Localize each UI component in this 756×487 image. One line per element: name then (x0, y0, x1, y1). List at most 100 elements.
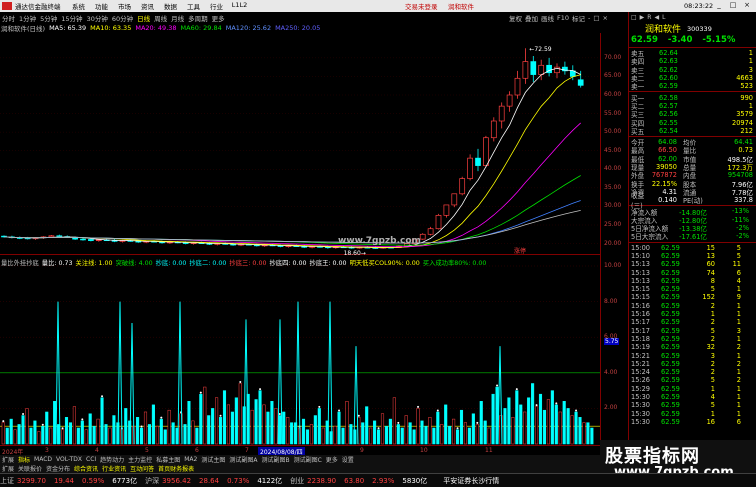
period-timeshare[interactable]: 分时 (0, 13, 17, 23)
volume-bar (448, 425, 452, 445)
panel-btn-2[interactable]: ▶ (640, 14, 645, 21)
info-tab[interactable]: 综合资讯 (72, 464, 100, 473)
volume-bar (313, 415, 317, 445)
volume-bar (92, 425, 96, 445)
indicator-tab[interactable]: 私募主图 (154, 455, 182, 464)
order-volume: 212 (740, 126, 753, 135)
info-tab[interactable]: 互动问答 (128, 464, 156, 473)
info-tab[interactable]: 行业资讯 (100, 464, 128, 473)
index-name: 沪深 (145, 476, 160, 485)
info-tab[interactable]: 首页财务报表 (156, 464, 196, 473)
volume-bar (222, 390, 227, 445)
order-level-label: 买五 (631, 127, 645, 136)
volume-bar (424, 425, 428, 445)
price-row: 62.59 -3.40 -5.15% (629, 34, 756, 46)
signal-dot (515, 388, 518, 391)
volume-bar (542, 409, 547, 445)
tool-draw[interactable]: 画线 (541, 13, 554, 23)
indicator-tab[interactable]: 测试副图C (292, 455, 324, 464)
tick-volume: 2 (710, 359, 715, 368)
period-5min[interactable]: 5分钟 (38, 13, 59, 23)
period-daily[interactable]: 日线 (135, 13, 152, 23)
tick-price: 62.59 (661, 293, 680, 302)
indicator-tab[interactable]: 测试主图 (199, 455, 227, 464)
signal-dot (436, 409, 439, 412)
close-button[interactable]: × (742, 1, 752, 10)
period-more[interactable]: 更多 (210, 13, 227, 23)
panel-btn-1[interactable]: □ (631, 14, 637, 21)
maximize-button[interactable]: □ (728, 1, 738, 10)
volume-bar (305, 429, 309, 445)
indicator-tab[interactable]: 主力监控 (126, 455, 154, 464)
chart-watermark: www.7gpzb.com (338, 236, 421, 246)
indicator-tab[interactable]: 设置 (340, 455, 356, 464)
panel-btn-4[interactable]: ◀ (654, 14, 659, 21)
index-value: 3956.42 (162, 476, 192, 485)
indicator-tab[interactable]: 更多 (324, 455, 340, 464)
order-book-row[interactable]: 卖一 62.59 523 (629, 82, 756, 91)
period-1min[interactable]: 1分钟 (17, 13, 38, 23)
info-tab[interactable]: 扩展 (0, 464, 16, 473)
menu-item-industry[interactable]: 行业 (205, 1, 228, 11)
minimize-button[interactable]: _ (714, 1, 724, 10)
indicator-tab[interactable]: 趋势动力 (98, 455, 126, 464)
tool-restore[interactable]: □ (593, 14, 599, 22)
candle (427, 228, 434, 235)
volume-bar (590, 427, 594, 445)
menu-item-tools[interactable]: 工具 (182, 1, 205, 11)
indicator-tab[interactable]: CCI (84, 456, 98, 463)
volume-bar (428, 417, 432, 445)
indicator-tab[interactable]: 测试副图A (227, 455, 259, 464)
indicator-chart[interactable] (0, 258, 600, 446)
period-multi[interactable]: 多周期 (186, 13, 210, 23)
volume-bar (483, 420, 487, 445)
price-axis-tick: 55.00 (604, 109, 622, 117)
tool-close[interactable]: × (603, 14, 608, 22)
volume-bar (317, 408, 321, 445)
indicator-tab[interactable]: 指标 (16, 455, 32, 464)
tool-adjust[interactable]: 复权 (509, 13, 522, 23)
period-60min[interactable]: 60分钟 (110, 13, 135, 23)
menu-item-market[interactable]: 市场 (113, 1, 136, 11)
period-monthly[interactable]: 月线 (169, 13, 186, 23)
tool-overlay[interactable]: 叠加 (525, 13, 538, 23)
signal-dot (377, 427, 380, 430)
tool-mark[interactable]: 标记 (572, 13, 585, 23)
stat-value: 767872 (651, 171, 677, 180)
menu-item-system[interactable]: 系统 (67, 1, 90, 11)
tick-time: 15:18 (631, 334, 651, 343)
volume-bar (471, 413, 475, 445)
volume-bar (80, 420, 84, 445)
time-axis: 2024年345678910112024/08/08/四 (0, 446, 600, 456)
indicator-tab[interactable]: 测试副图B (259, 455, 291, 464)
chart-tools: 复权 叠加 画线 F10 标记 - □ × (509, 12, 608, 23)
indicator-tab[interactable]: MA2 (182, 456, 199, 463)
indicator-tab[interactable]: 扩展 (0, 455, 16, 464)
flow-pct: -2% (736, 232, 749, 241)
indicator-tab[interactable]: MACD (32, 456, 54, 463)
volume-bar (479, 401, 483, 445)
index-value: 3299.70 (17, 476, 46, 485)
volume-bar (515, 390, 519, 445)
menu-item-l1l2[interactable]: L1L2 (228, 1, 251, 11)
menu-item-news[interactable]: 资讯 (136, 1, 159, 11)
volume-bar (388, 418, 392, 445)
order-book-row[interactable]: 买五 62.54 212 (629, 126, 756, 136)
menu-item-function[interactable]: 功能 (90, 1, 113, 11)
period-15min[interactable]: 15分钟 (59, 13, 84, 23)
tick-volume: 1 (710, 384, 715, 393)
info-tab[interactable]: 关联报价 (16, 464, 44, 473)
kline-chart[interactable]: ←72.59 18.60→ 涨停 (0, 33, 600, 255)
period-weekly[interactable]: 周线 (152, 13, 169, 23)
panel-btn-3[interactable]: R (647, 14, 651, 21)
order-volume: 1 (748, 57, 753, 66)
indicator-tab[interactable]: VOL-TDX (54, 456, 84, 463)
tool-minimize[interactable]: - (588, 14, 590, 22)
trade-login-warning[interactable]: 交易未登录 (405, 1, 438, 11)
info-tab[interactable]: 资金分布 (44, 464, 72, 473)
tool-f10[interactable]: F10 (557, 14, 569, 22)
period-30min[interactable]: 30分钟 (85, 13, 110, 23)
menu-item-data[interactable]: 数据 (159, 1, 182, 11)
volume-bar (456, 429, 460, 445)
panel-btn-5[interactable]: L (662, 14, 665, 21)
